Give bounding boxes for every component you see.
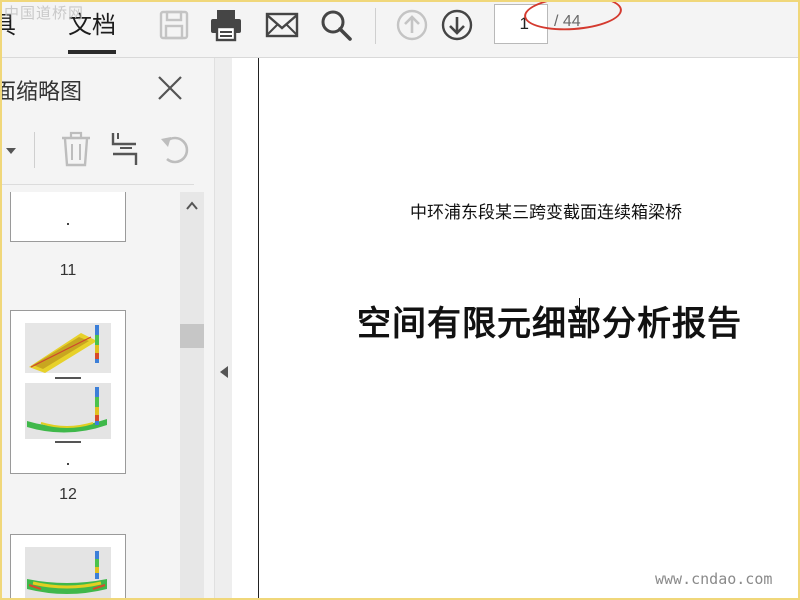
print-icon[interactable]: [208, 7, 244, 43]
panel-divider: [0, 184, 194, 185]
thumbnail-page-number: 11: [59, 262, 77, 279]
toolbar-separator: [375, 8, 376, 44]
arrow-down-icon[interactable]: [439, 7, 475, 43]
chevron-down-icon[interactable]: [4, 146, 18, 156]
thumbnail-list: 11 12: [0, 192, 180, 600]
document-title: 空间有限元细部分析报告: [357, 304, 742, 344]
page-thumbnail-13[interactable]: [10, 534, 126, 600]
top-toolbar: 具 文档 / 44: [0, 0, 800, 58]
panel-title: 面缩略图: [0, 80, 83, 105]
chevron-up-icon[interactable]: [185, 198, 199, 212]
document-subtitle: 中环浦东段某三跨变截面连续箱梁桥: [410, 203, 682, 223]
page-thumbnail-12[interactable]: [10, 310, 126, 474]
watermark-top: 中国道桥网: [4, 4, 85, 22]
text-caret: [579, 298, 580, 336]
scrollbar-thumb[interactable]: [180, 324, 204, 348]
chevron-left-icon[interactable]: [219, 364, 229, 378]
thumbnail-scrollbar[interactable]: [180, 192, 204, 600]
panel-toolbar-separator: [34, 132, 35, 168]
mail-icon[interactable]: [264, 7, 300, 43]
rotate-icon[interactable]: [158, 130, 194, 168]
search-icon[interactable]: [318, 7, 354, 43]
thumbnail-page-number: 12: [59, 486, 77, 503]
trash-icon[interactable]: [58, 130, 94, 168]
thumbnail-panel: 面缩略图 11 12: [0, 58, 214, 600]
arrow-up-icon[interactable]: [394, 7, 430, 43]
save-icon[interactable]: [156, 7, 192, 43]
page-thumbnail-11[interactable]: [10, 192, 126, 242]
close-icon[interactable]: [156, 74, 184, 102]
watermark-bottom: www.cndao.com: [655, 570, 773, 588]
extract-pages-icon[interactable]: [110, 130, 140, 168]
page-edge: [258, 58, 259, 600]
panel-collapse-strip[interactable]: [214, 58, 232, 600]
